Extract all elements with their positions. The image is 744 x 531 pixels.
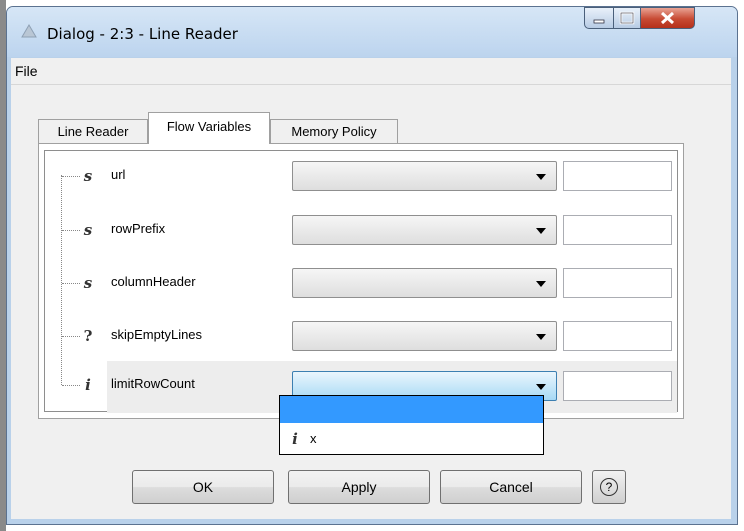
variable-name-rowprefix: rowPrefix: [111, 221, 166, 236]
menu-file[interactable]: File: [15, 63, 38, 79]
variable-text-skipemptylines[interactable]: [563, 321, 672, 351]
flow-variables-panel: s url s rowPrefix s columnHeader ? skipE…: [38, 143, 684, 419]
tree-connector: [62, 336, 80, 337]
chevron-down-icon: [536, 281, 546, 287]
menu-bar: File: [11, 58, 731, 85]
chevron-down-icon: [536, 334, 546, 340]
dropdown-option-empty[interactable]: [280, 396, 543, 423]
variable-select-rowprefix[interactable]: [292, 215, 557, 245]
close-button[interactable]: [640, 7, 695, 29]
tree-connector: [62, 385, 80, 386]
maximize-button[interactable]: [613, 7, 641, 29]
variable-text-url[interactable]: [563, 161, 672, 191]
variable-name-limitrowcount: limitRowCount: [111, 376, 195, 391]
string-type-icon: s: [83, 221, 93, 239]
tab-memory-policy[interactable]: Memory Policy: [270, 119, 398, 143]
variable-name-columnheader: columnHeader: [111, 274, 196, 289]
tree-line: [61, 175, 62, 385]
integer-type-icon: i: [292, 430, 298, 448]
chevron-down-icon: [536, 174, 546, 180]
variable-text-rowprefix[interactable]: [563, 215, 672, 245]
cancel-button[interactable]: Cancel: [440, 470, 582, 504]
close-icon: [660, 11, 675, 25]
window-title: Dialog - 2:3 - Line Reader: [47, 25, 238, 43]
maximize-icon: [619, 11, 635, 25]
variable-text-columnheader[interactable]: [563, 268, 672, 298]
tab-line-reader[interactable]: Line Reader: [38, 119, 148, 143]
tab-flow-variables[interactable]: Flow Variables: [148, 112, 270, 144]
variable-select-url[interactable]: [292, 161, 557, 191]
integer-type-icon: i: [85, 376, 91, 394]
tree-connector: [62, 283, 80, 284]
variable-name-skipemptylines: skipEmptyLines: [111, 327, 203, 342]
tree-connector: [62, 176, 80, 177]
string-type-icon: s: [83, 167, 93, 185]
variable-select-columnheader[interactable]: [292, 268, 557, 298]
dropdown-list: i x: [279, 395, 544, 455]
minimize-button[interactable]: [584, 7, 614, 29]
variables-tree: s url s rowPrefix s columnHeader ? skipE…: [44, 150, 678, 413]
ok-button[interactable]: OK: [132, 470, 274, 504]
title-bar[interactable]: Dialog - 2:3 - Line Reader: [7, 7, 737, 57]
app-icon: [21, 24, 37, 38]
tree-connector: [62, 230, 80, 231]
apply-button[interactable]: Apply: [288, 470, 430, 504]
variable-text-limitrowcount[interactable]: [563, 371, 672, 401]
dropdown-option-label: x: [310, 431, 317, 446]
variable-select-skipemptylines[interactable]: [292, 321, 557, 351]
string-type-icon: s: [83, 274, 93, 292]
dropdown-option-x[interactable]: i x: [280, 424, 543, 454]
unknown-type-icon: ?: [83, 327, 93, 345]
chevron-down-icon: [536, 384, 546, 390]
help-button[interactable]: ?: [592, 470, 626, 504]
variable-name-url: url: [111, 167, 126, 182]
help-icon: ?: [600, 478, 618, 496]
minimize-icon: [593, 19, 605, 24]
chevron-down-icon: [536, 228, 546, 234]
